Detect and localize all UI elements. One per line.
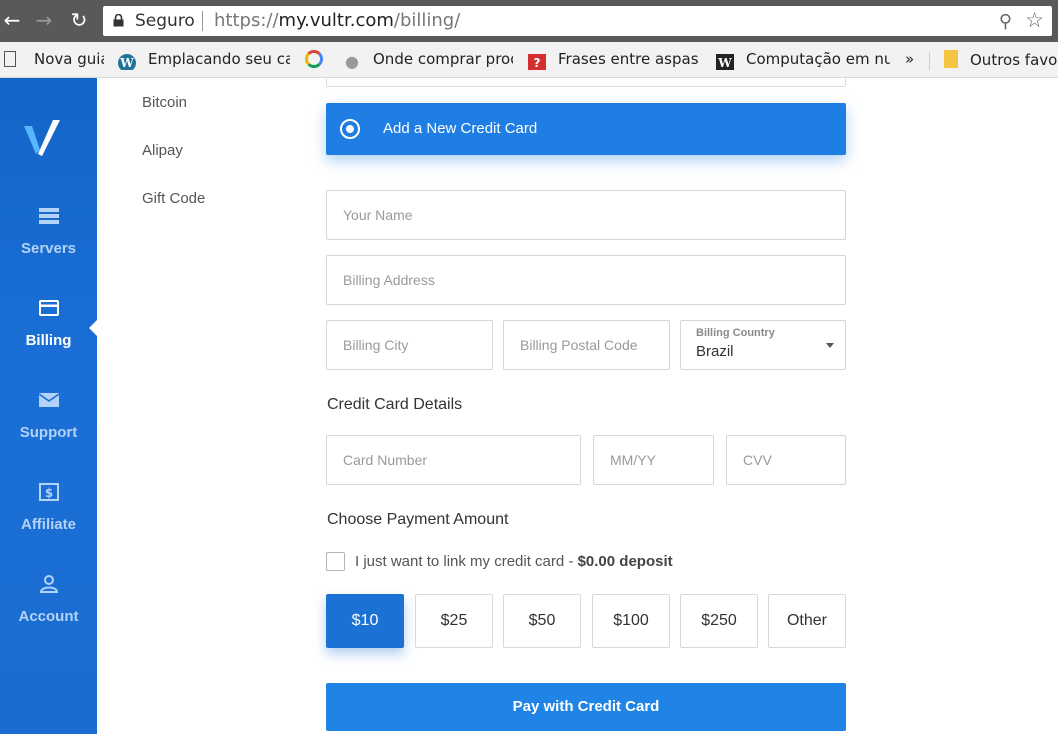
url-host: my.vultr.com <box>278 10 394 31</box>
radio-selected[interactable] <box>340 119 360 139</box>
bookmark-onde-comprar[interactable]: ● Onde comprar produtos <box>343 50 513 70</box>
url-text[interactable]: https://my.vultr.com/billing/ <box>214 10 460 31</box>
forward-icon[interactable]: → <box>32 8 56 32</box>
address-bar[interactable]: Seguro https://my.vultr.com/billing/ ⚲ ☆ <box>103 6 1052 36</box>
amount-250-button[interactable]: $250 <box>680 594 758 648</box>
bookmark-emplacando[interactable]: W Emplacando seu carro <box>118 50 290 70</box>
link-card-label[interactable]: I just want to link my credit card - $0.… <box>355 553 673 570</box>
saved-card-option[interactable] <box>326 78 846 87</box>
sidebar: Servers Billing Support $ Affiliate Acco… <box>0 78 98 734</box>
credit-card-icon <box>38 300 59 316</box>
address-separator <box>202 11 203 31</box>
active-indicator <box>89 319 98 337</box>
city-field <box>326 320 493 370</box>
servers-icon <box>38 208 59 224</box>
bookmark-label: Nova guia <box>34 50 104 68</box>
sidebar-item-label: Account <box>18 608 79 625</box>
submenu-item-gift-code[interactable]: Gift Code <box>142 190 205 207</box>
submenu-item-alipay[interactable]: Alipay <box>142 142 183 159</box>
browser-chrome: ← → ↻ Seguro https://my.vultr.com/billin… <box>0 0 1058 78</box>
bookmarks-bar: Nova guia W Emplacando seu carro ● Onde co… <box>0 42 1058 78</box>
amount-100-button[interactable]: $100 <box>592 594 670 648</box>
star-icon[interactable]: ☆ <box>1025 8 1044 33</box>
zoom-icon[interactable]: ⚲ <box>999 11 1012 32</box>
sidebar-item-label: Billing <box>25 332 72 349</box>
sidebar-item-support[interactable]: Support <box>0 390 97 441</box>
envelope-icon <box>38 393 59 407</box>
url-scheme: https:// <box>214 10 279 31</box>
wordpress-icon: W <box>118 54 136 70</box>
bookmark-label: Emplacando seu carro <box>148 50 290 68</box>
address-input[interactable] <box>327 256 845 304</box>
cvv-field <box>726 435 846 485</box>
sidebar-item-affiliate[interactable]: $ Affiliate <box>0 482 97 533</box>
bookmarks-overflow[interactable]: » <box>905 50 919 70</box>
vultr-logo-icon[interactable] <box>22 118 62 156</box>
bookmark-label: Onde comprar produtos <box>373 50 513 68</box>
card-number-field <box>326 435 581 485</box>
amount-10-button[interactable]: $10 <box>326 594 404 648</box>
postal-code-field <box>503 320 670 370</box>
sidebar-item-label: Servers <box>20 240 77 257</box>
bookmarks-separator <box>929 52 930 70</box>
sidebar-item-account[interactable]: Account <box>0 574 97 625</box>
bookmark-frases[interactable]: ? Frases entre aspas: p <box>528 50 698 70</box>
bookmark-label: Outros favoritos <box>970 51 1058 69</box>
lock-icon <box>113 14 124 27</box>
folder-icon <box>944 50 958 68</box>
bookmark-computacao[interactable]: W Computação em nuvem <box>716 50 890 70</box>
svg-text:$: $ <box>44 486 52 500</box>
amount-other-button[interactable]: Other <box>768 594 846 648</box>
country-value: Brazil <box>696 343 734 360</box>
url-path: /billing/ <box>393 10 461 31</box>
name-input[interactable] <box>327 191 845 239</box>
payment-amount-heading: Choose Payment Amount <box>327 511 509 528</box>
name-field <box>326 190 846 240</box>
amount-25-button[interactable]: $25 <box>415 594 493 648</box>
expiry-input[interactable] <box>594 436 713 484</box>
radio-dot <box>346 125 354 133</box>
page-icon <box>4 51 16 67</box>
city-input[interactable] <box>327 321 492 369</box>
bookmark-google[interactable] <box>305 50 327 70</box>
add-new-card-option[interactable]: Add a New Credit Card <box>326 103 846 155</box>
sidebar-item-billing[interactable]: Billing <box>0 298 97 349</box>
address-field <box>326 255 846 305</box>
wikipedia-icon: W <box>716 54 734 70</box>
back-icon[interactable]: ← <box>0 8 24 32</box>
bookmark-outros[interactable]: Outros favoritos <box>944 50 1058 70</box>
question-icon: ? <box>528 54 546 70</box>
country-caption: Billing Country <box>696 327 775 339</box>
card-number-input[interactable] <box>327 436 580 484</box>
link-card-text: I just want to link my credit card - <box>355 553 578 570</box>
amount-50-button[interactable]: $50 <box>503 594 581 648</box>
bookmark-nova-guia[interactable]: Nova guia <box>4 50 104 70</box>
deposit-amount: $0.00 deposit <box>577 553 673 570</box>
chevron-down-icon <box>826 343 834 348</box>
apple-icon: ● <box>345 52 359 71</box>
user-icon <box>39 575 58 593</box>
sidebar-item-servers[interactable]: Servers <box>0 206 97 257</box>
bookmark-label: Frases entre aspas: p <box>558 50 698 68</box>
dollar-icon: $ <box>38 483 59 501</box>
link-card-checkbox[interactable] <box>326 552 345 571</box>
card-details-heading: Credit Card Details <box>327 396 463 413</box>
sidebar-item-label: Support <box>19 424 78 441</box>
cvv-input[interactable] <box>727 436 845 484</box>
country-select[interactable]: Billing Country Brazil <box>680 320 846 370</box>
bookmark-label: Computação em nuvem <box>746 50 890 68</box>
toolbar: ← → ↻ Seguro https://my.vultr.com/billin… <box>0 0 1058 42</box>
secure-label: Seguro <box>135 11 195 31</box>
expiry-field <box>593 435 714 485</box>
google-icon <box>305 50 323 68</box>
reload-icon[interactable]: ↻ <box>67 8 91 32</box>
add-new-card-label: Add a New Credit Card <box>383 120 538 137</box>
submenu-item-bitcoin[interactable]: Bitcoin <box>142 94 187 111</box>
pay-with-credit-card-button[interactable]: Pay with Credit Card <box>326 683 846 731</box>
sidebar-item-label: Affiliate <box>20 516 76 533</box>
postal-code-input[interactable] <box>504 321 669 369</box>
